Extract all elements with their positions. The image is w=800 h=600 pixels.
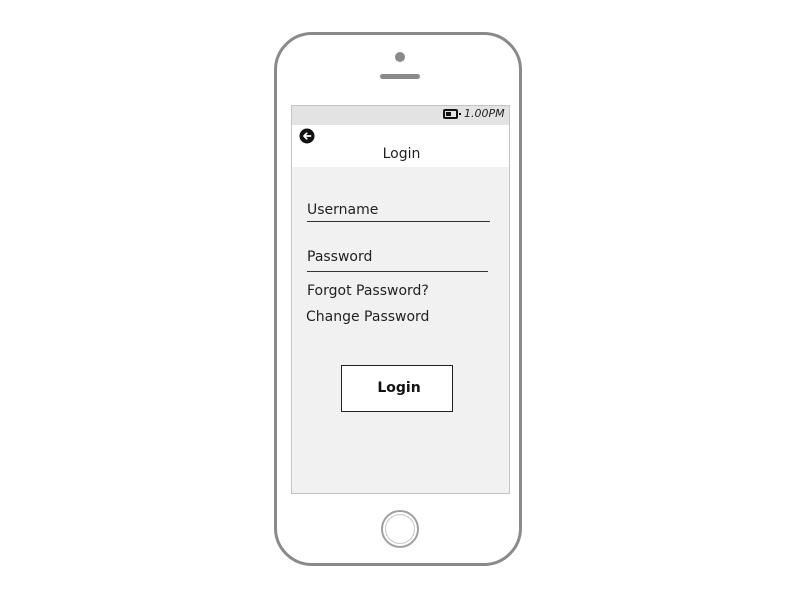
password-underline [307, 271, 488, 272]
camera-icon [395, 52, 405, 62]
battery-icon [443, 109, 461, 119]
phone-screen: 1.00PM Login Username Password Forgot Pa… [291, 105, 510, 494]
login-button[interactable]: Login [341, 365, 453, 412]
status-bar: 1.00PM [292, 106, 509, 125]
canvas: 1.00PM Login Username Password Forgot Pa… [0, 0, 800, 600]
back-arrow-icon[interactable] [299, 128, 315, 144]
header-bar: Login [292, 125, 509, 167]
change-password-link[interactable]: Change Password [306, 309, 429, 325]
password-field[interactable]: Password [307, 249, 372, 265]
username-underline [307, 221, 490, 222]
speaker-icon [380, 74, 420, 79]
username-field[interactable]: Username [307, 202, 378, 218]
forgot-password-link[interactable]: Forgot Password? [307, 283, 429, 299]
home-button[interactable] [381, 510, 419, 548]
page-title: Login [382, 146, 421, 162]
status-time: 1.00PM [464, 107, 505, 120]
